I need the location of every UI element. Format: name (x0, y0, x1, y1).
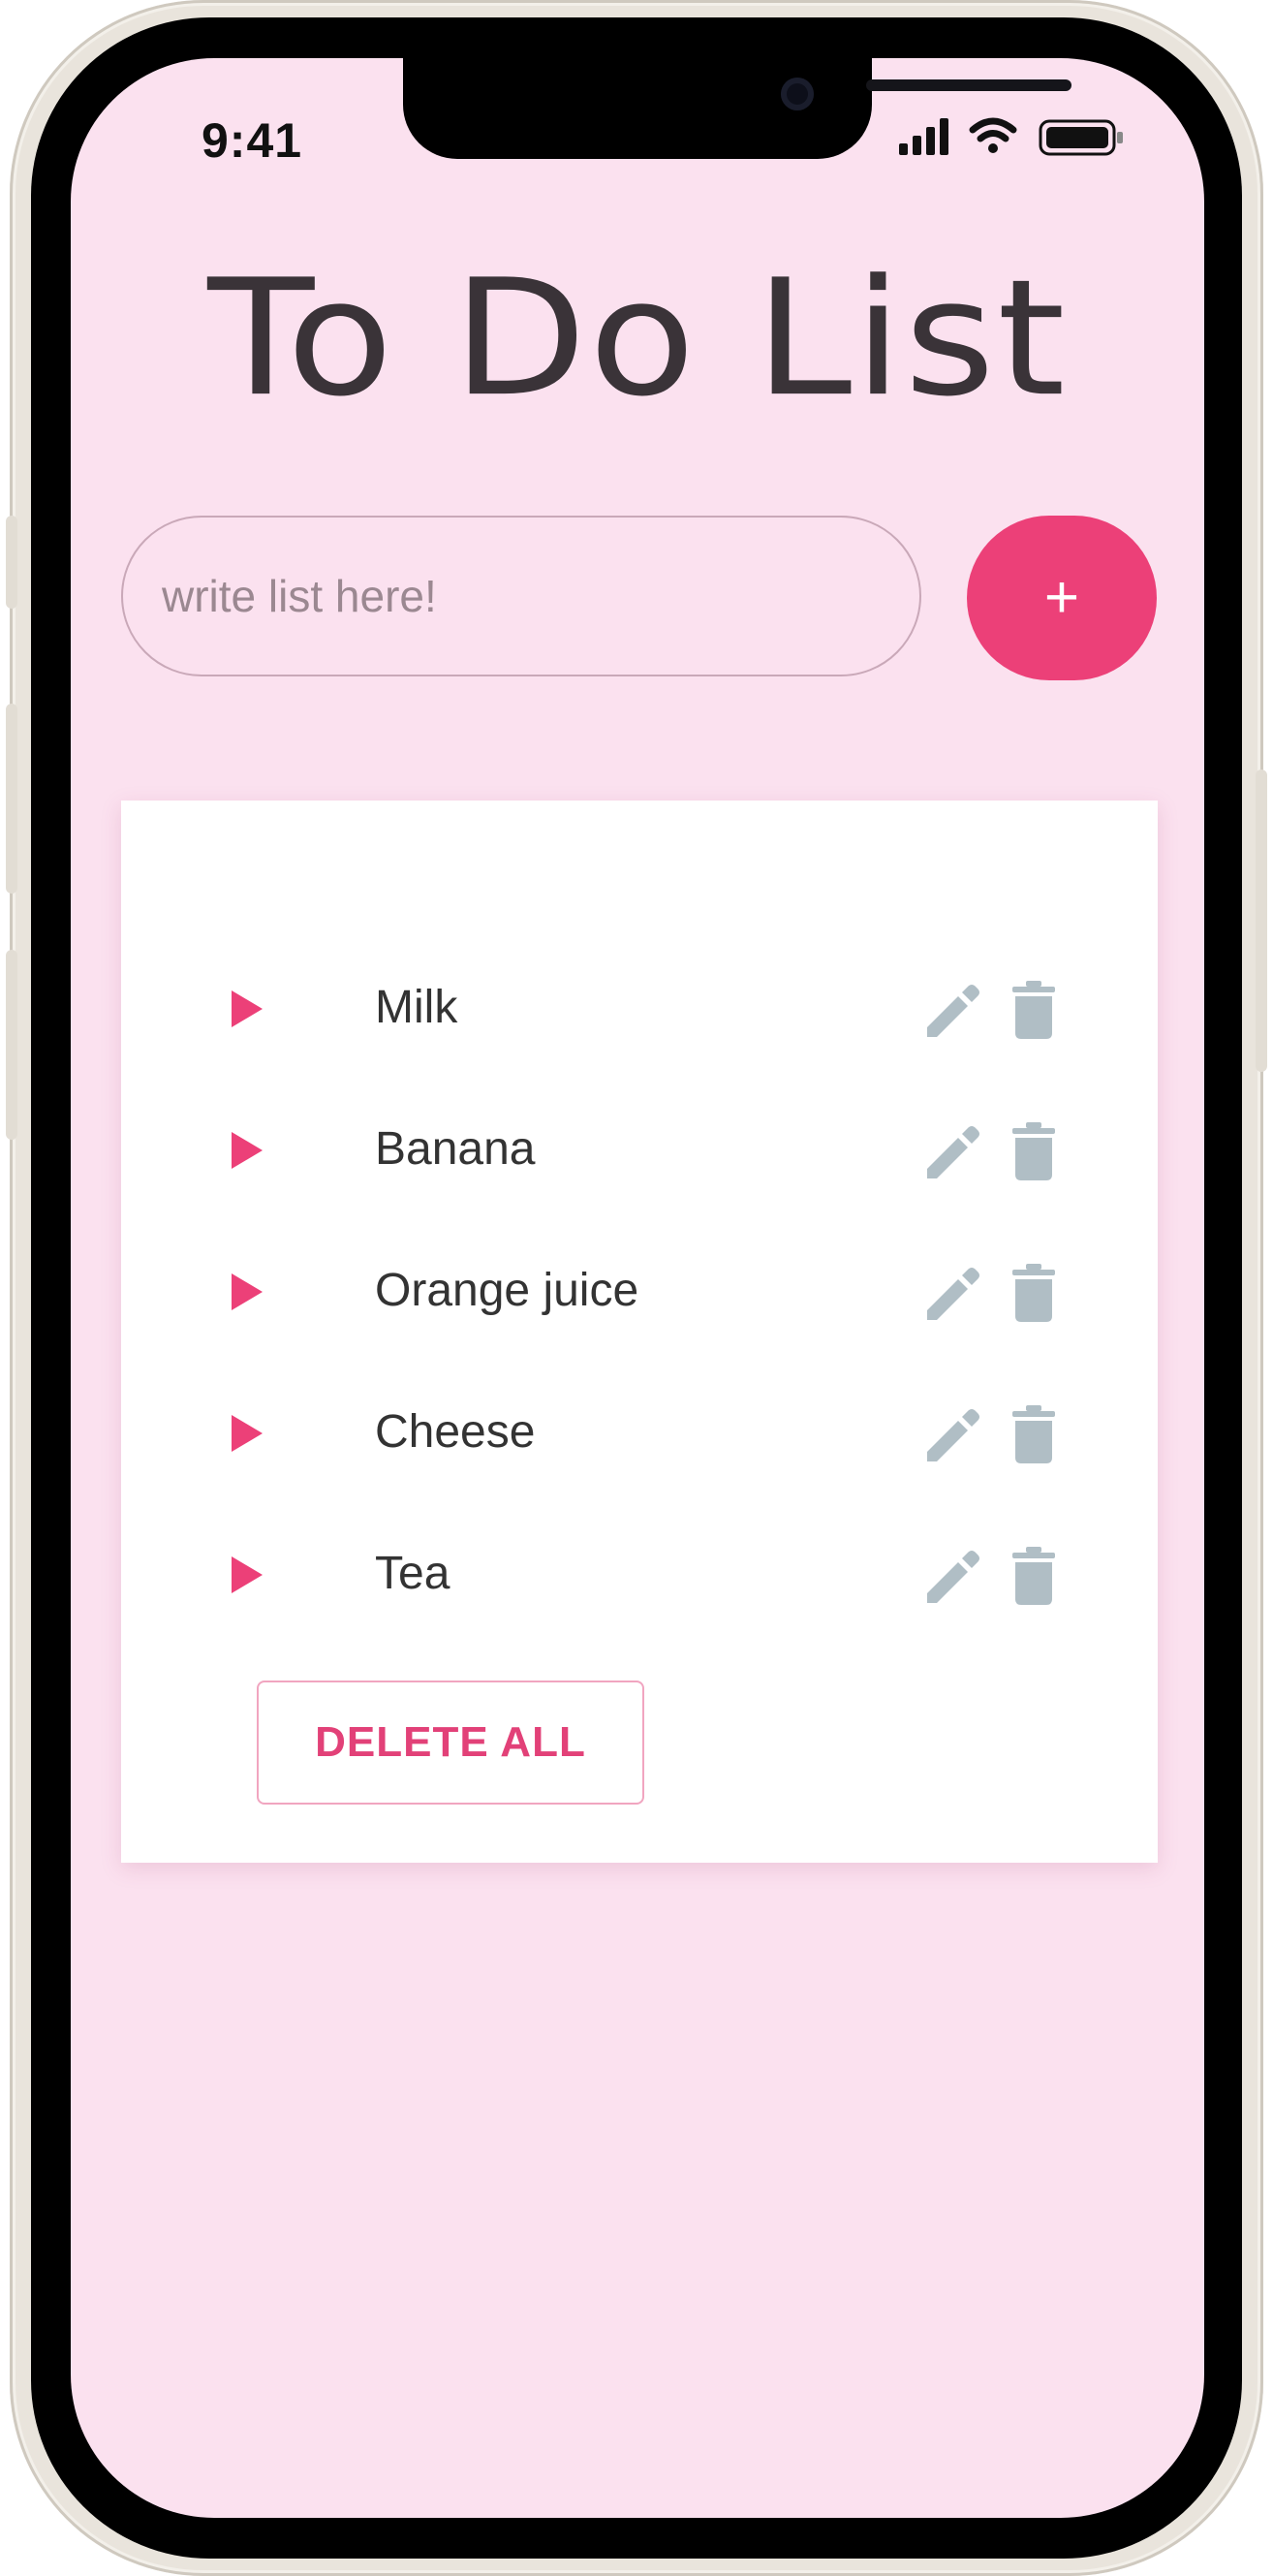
trash-icon[interactable] (1012, 1122, 1055, 1180)
delete-all-button[interactable]: DELETE ALL (257, 1681, 644, 1805)
volume-down-button (6, 950, 17, 1140)
page-title: To Do List (207, 245, 1068, 432)
plus-icon: + (1043, 564, 1080, 631)
list-item: Cheese (121, 1363, 1158, 1504)
mute-switch (6, 516, 17, 609)
pencil-icon[interactable] (925, 983, 981, 1039)
play-triangle-icon[interactable] (228, 1413, 266, 1454)
play-triangle-icon[interactable] (228, 1555, 266, 1595)
todo-input[interactable] (121, 516, 921, 676)
trash-icon[interactable] (1012, 1405, 1055, 1463)
trash-icon[interactable] (1012, 1547, 1055, 1605)
status-time: 9:41 (202, 113, 303, 168)
list-item: Tea (121, 1504, 1158, 1646)
app-screen: 9:41 To Do List + Milk (71, 58, 1204, 2518)
pencil-icon[interactable] (925, 1124, 981, 1180)
notch (403, 58, 1071, 159)
pencil-icon[interactable] (925, 1407, 981, 1463)
pencil-icon[interactable] (925, 1266, 981, 1322)
play-triangle-icon[interactable] (228, 1272, 266, 1312)
list-item: Orange juice (121, 1221, 1158, 1363)
trash-icon[interactable] (1012, 1264, 1055, 1322)
signal-icon (899, 118, 948, 155)
list-item-label: Tea (375, 1548, 450, 1599)
list-item: Milk (121, 938, 1158, 1080)
status-icons (899, 117, 1123, 156)
todo-list-card: Milk Banana Orange juice Cheese Tea DELE… (121, 801, 1158, 1863)
power-button (1256, 770, 1267, 1072)
speaker-grille (866, 79, 1071, 91)
front-camera (781, 78, 814, 110)
play-triangle-icon[interactable] (228, 1130, 266, 1171)
trash-icon[interactable] (1012, 981, 1055, 1039)
list-item-label: Orange juice (375, 1265, 639, 1316)
battery-icon (1039, 119, 1123, 156)
add-item-button[interactable]: + (967, 516, 1157, 680)
list-item-label: Milk (375, 982, 458, 1033)
pencil-icon[interactable] (925, 1549, 981, 1605)
list-item-label: Cheese (375, 1406, 536, 1458)
volume-up-button (6, 704, 17, 894)
list-item: Banana (121, 1080, 1158, 1221)
play-triangle-icon[interactable] (228, 989, 266, 1029)
wifi-icon (969, 117, 1017, 153)
list-item-label: Banana (375, 1123, 536, 1175)
